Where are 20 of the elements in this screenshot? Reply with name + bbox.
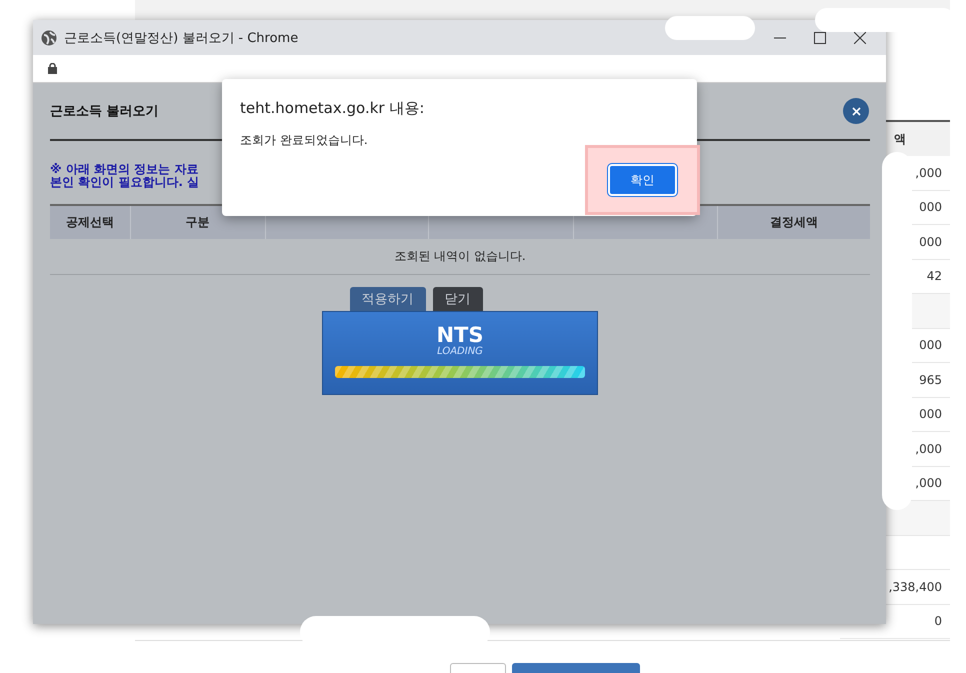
loading-subtitle: LOADING bbox=[437, 346, 483, 357]
close-button[interactable]: 닫기 bbox=[432, 287, 482, 311]
alert-origin: teht.hometax.go.kr 내용: bbox=[240, 99, 426, 118]
close-button[interactable] bbox=[843, 98, 869, 124]
column-header: 공제선택 bbox=[50, 205, 130, 239]
globe-icon bbox=[41, 30, 57, 46]
apply-button[interactable]: 적용하기 bbox=[350, 287, 426, 311]
close-icon[interactable] bbox=[854, 32, 866, 44]
ok-button[interactable]: 확인 bbox=[608, 164, 677, 196]
maximize-icon[interactable] bbox=[814, 32, 826, 44]
column-header: 결정세액 bbox=[717, 205, 870, 239]
lock-icon bbox=[48, 63, 57, 74]
alert-message: 조회가 완료되었습니다. bbox=[240, 132, 369, 149]
window-title: 근로소득(연말정산) 불러오기 - Chrome bbox=[64, 30, 300, 46]
dialog-heading: 근로소득 불러오기 bbox=[50, 103, 159, 120]
notice-text: ※ 아래 화면의 정보는 자료 bbox=[50, 163, 198, 176]
close-icon bbox=[852, 106, 860, 116]
empty-message: 조회된 내역이 없습니다. bbox=[394, 249, 526, 263]
loading-title: NTS bbox=[436, 324, 484, 346]
notice-text: 본인 확인이 필요합니다. 실 bbox=[50, 176, 200, 189]
